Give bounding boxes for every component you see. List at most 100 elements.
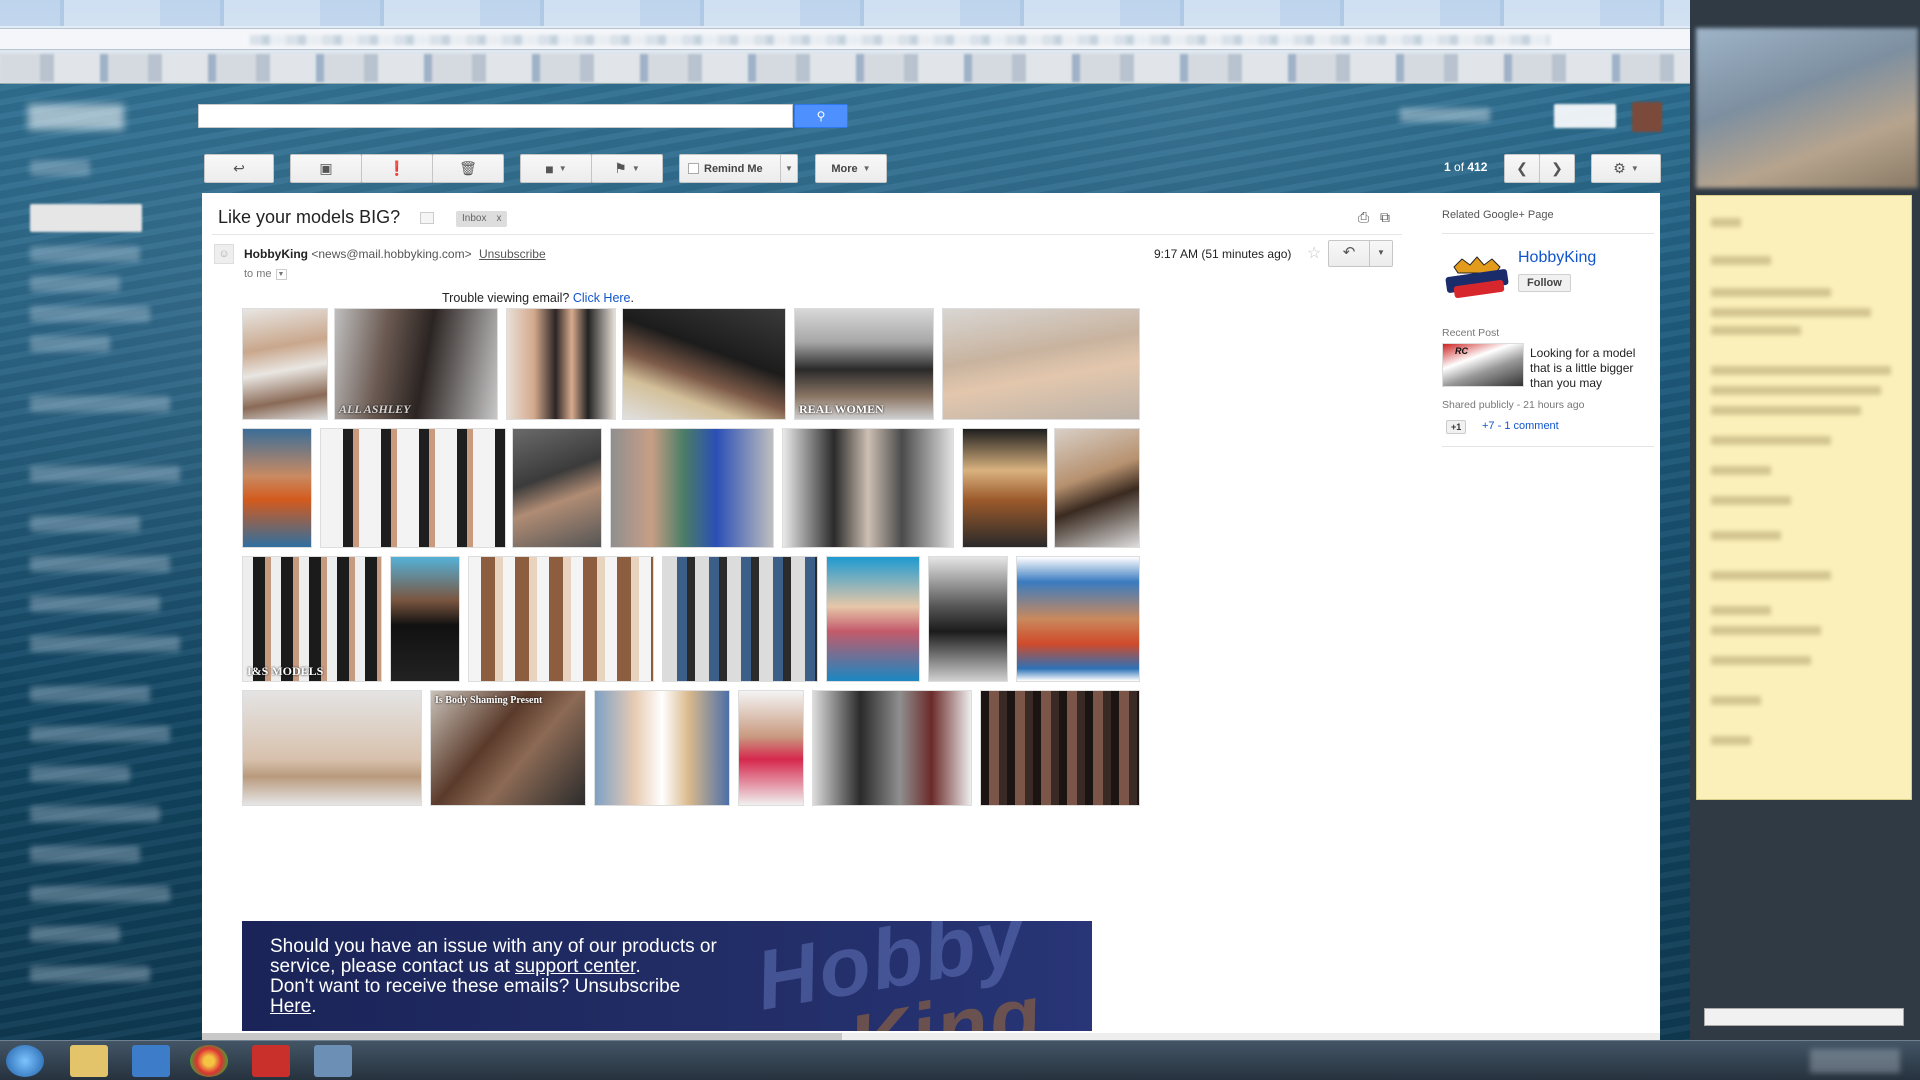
email-photo[interactable]	[662, 556, 818, 682]
sender-name[interactable]: HobbyKing	[244, 247, 308, 261]
chat-contact[interactable]	[30, 636, 180, 652]
remind-me-dropdown[interactable]: ▼	[780, 154, 798, 183]
email-photo[interactable]	[512, 428, 602, 548]
move-to-button[interactable]: ■ ▼	[520, 154, 592, 183]
account-name[interactable]	[1400, 108, 1490, 122]
new-window-icon[interactable]: ⧉	[1380, 209, 1390, 226]
email-photo[interactable]	[390, 556, 460, 682]
system-clock[interactable]	[1810, 1049, 1900, 1073]
nav-item[interactable]	[30, 246, 140, 262]
click-here-link[interactable]: Click Here	[573, 291, 631, 305]
chat-contact[interactable]	[30, 726, 170, 742]
email-photo[interactable]	[928, 556, 1008, 682]
scrollbar-thumb[interactable]	[202, 1033, 842, 1040]
label-remove-icon[interactable]: x	[496, 211, 501, 227]
star-icon[interactable]: ☆	[1307, 243, 1321, 263]
email-photo[interactable]	[320, 428, 506, 548]
older-button[interactable]: ❯	[1539, 154, 1575, 183]
chat-contact[interactable]	[30, 926, 120, 942]
search-button[interactable]: ⚲	[794, 104, 848, 128]
email-photo[interactable]	[468, 556, 654, 682]
compose-button[interactable]	[30, 204, 142, 232]
email-photo[interactable]	[242, 428, 312, 548]
email-photo[interactable]	[738, 690, 804, 806]
chat-contact[interactable]	[30, 806, 160, 822]
nav-item[interactable]	[30, 160, 90, 176]
browser-tab-strip[interactable]	[0, 0, 1690, 26]
email-photo[interactable]	[506, 308, 616, 420]
sender-avatar[interactable]: ☺	[214, 244, 234, 264]
chat-contact[interactable]	[30, 516, 140, 532]
email-photo[interactable]	[980, 690, 1140, 806]
desktop-search-input[interactable]	[1704, 1008, 1904, 1026]
email-photo[interactable]	[812, 690, 972, 806]
back-button[interactable]: ↩	[204, 154, 274, 183]
email-photo[interactable]: ALL ASHLEY	[334, 308, 498, 420]
nav-item[interactable]	[30, 306, 150, 322]
recent-post-thumbnail[interactable]: RC	[1442, 343, 1524, 387]
chat-contact[interactable]	[30, 846, 140, 862]
app-taskbar-icon[interactable]	[314, 1045, 352, 1077]
archive-button[interactable]: ▣	[290, 154, 362, 183]
start-button[interactable]	[6, 1045, 44, 1077]
email-photo[interactable]	[962, 428, 1048, 548]
email-photo[interactable]	[610, 428, 774, 548]
horizontal-scrollbar[interactable]	[202, 1033, 1660, 1040]
email-photo[interactable]	[826, 556, 920, 682]
chat-contact[interactable]	[30, 886, 170, 902]
email-photo[interactable]: I&S MODELS	[242, 556, 382, 682]
share-button[interactable]	[1554, 104, 1616, 128]
chat-contact[interactable]	[30, 766, 130, 782]
sticky-notes-widget[interactable]	[1696, 195, 1912, 800]
related-page-name-link[interactable]: HobbyKing	[1518, 249, 1596, 267]
nav-item[interactable]	[30, 396, 170, 412]
details-dropdown-icon[interactable]: ▼	[275, 268, 287, 280]
email-photo[interactable]: REAL WOMEN	[794, 308, 934, 420]
search-input[interactable]	[198, 104, 793, 128]
unsubscribe-here-link[interactable]: Here	[270, 996, 311, 1017]
label-chip-inbox[interactable]: Inbox x	[456, 211, 508, 227]
labels-button[interactable]: ⚑ ▼	[591, 154, 663, 183]
address-bar[interactable]	[0, 28, 1690, 50]
reply-more-dropdown[interactable]: ▼	[1369, 240, 1393, 267]
nav-item[interactable]	[30, 336, 110, 352]
hobbyking-logo[interactable]	[1444, 253, 1510, 299]
unsubscribe-link[interactable]: Unsubscribe	[479, 247, 546, 261]
chat-contact[interactable]	[30, 596, 160, 612]
email-photo[interactable]	[1016, 556, 1140, 682]
gmail-logo[interactable]	[28, 104, 124, 130]
report-spam-button[interactable]: ❗	[361, 154, 433, 183]
email-photo[interactable]	[242, 308, 328, 420]
chrome-taskbar-icon[interactable]	[190, 1045, 228, 1077]
plus-count[interactable]: +7	[1482, 420, 1495, 432]
app-taskbar-icon[interactable]	[252, 1045, 290, 1077]
settings-button[interactable]: ⚙ ▼	[1591, 154, 1661, 183]
app-taskbar-icon[interactable]	[132, 1045, 170, 1077]
chat-contact[interactable]	[30, 686, 150, 702]
email-photo[interactable]	[242, 690, 422, 806]
nav-item[interactable]	[30, 276, 120, 292]
support-center-link[interactable]: support center	[515, 956, 635, 977]
email-photo[interactable]	[942, 308, 1140, 420]
chat-contact[interactable]	[30, 466, 180, 482]
plus-one-button[interactable]: +1	[1446, 420, 1467, 434]
newer-button[interactable]: ❮	[1504, 154, 1540, 183]
importance-marker[interactable]	[420, 212, 434, 224]
email-photo[interactable]	[622, 308, 786, 420]
chat-contact[interactable]	[30, 966, 150, 982]
explorer-taskbar-icon[interactable]	[70, 1045, 108, 1077]
chat-contact[interactable]	[30, 556, 170, 572]
follow-button[interactable]: Follow	[1518, 274, 1571, 292]
more-button[interactable]: More ▼	[815, 154, 887, 183]
email-photo[interactable]	[594, 690, 730, 806]
avatar[interactable]	[1632, 102, 1662, 132]
reply-button[interactable]: ↶	[1328, 240, 1370, 267]
comments-link[interactable]: - 1 comment	[1495, 420, 1559, 432]
print-icon[interactable]: ⎙	[1358, 209, 1369, 226]
bookmarks-bar[interactable]	[0, 54, 1690, 82]
delete-button[interactable]: 🗑	[432, 154, 504, 183]
email-photo[interactable]	[782, 428, 954, 548]
recent-post-text[interactable]: Looking for a model that is a little big…	[1530, 346, 1650, 391]
email-photo[interactable]: Is Body Shaming Present	[430, 690, 586, 806]
email-photo[interactable]	[1054, 428, 1140, 548]
